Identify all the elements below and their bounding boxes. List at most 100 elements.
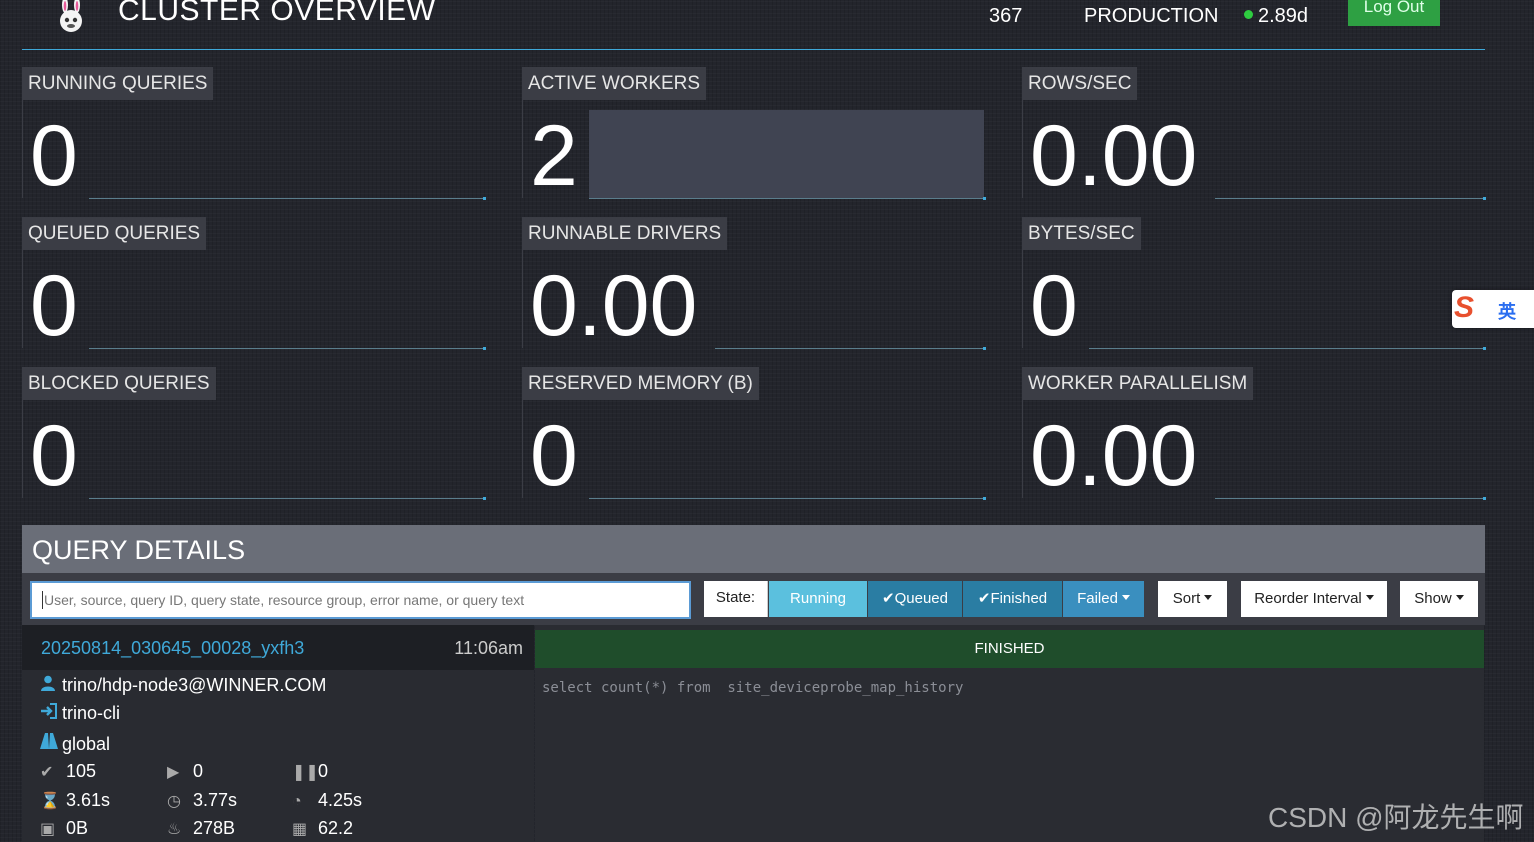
filter-running-label: Running xyxy=(790,590,846,607)
filter-failed-label: Failed xyxy=(1077,590,1118,607)
tile-running-queries: RUNNING QUERIES 0 xyxy=(22,67,486,204)
tile-value: 2 xyxy=(530,108,578,204)
sparkline xyxy=(89,497,486,500)
source-label: trino-cli xyxy=(62,703,121,723)
tile-rows-per-sec: ROWS/SEC 0.00 xyxy=(1022,67,1486,204)
tile-label: RUNNING QUERIES xyxy=(22,67,214,100)
query-state-bar[interactable]: FINISHED xyxy=(535,630,1484,668)
tile-blocked-queries: BLOCKED QUERIES 0 xyxy=(22,367,486,504)
filter-queued-button[interactable]: ✔Queued xyxy=(868,581,962,617)
presto-cluster-overview: CLUSTER OVERVIEW 367 PRODUCTION 2.89d Lo… xyxy=(0,0,1534,842)
pause-icon: ❚❚ xyxy=(292,764,319,781)
clock-icon: ◷ xyxy=(167,793,181,810)
status-dot-icon xyxy=(1244,10,1253,19)
logout-button[interactable]: Log Out xyxy=(1348,0,1440,26)
filter-failed-dropdown[interactable]: Failed xyxy=(1063,581,1144,617)
ime-mode-label: 英 xyxy=(1498,302,1516,322)
tile-value: 0 xyxy=(530,408,578,504)
reorder-label: Reorder Interval xyxy=(1254,590,1362,607)
sparkline xyxy=(715,347,986,350)
uptime-value: 2.89d xyxy=(1258,5,1309,27)
caret-down-icon xyxy=(1365,595,1374,600)
show-dropdown[interactable]: Show xyxy=(1400,581,1478,617)
query-details-header: QUERY DETAILS xyxy=(22,525,1485,573)
caret-down-icon xyxy=(1455,595,1464,600)
query-id-row: 20250814_030645_00028_yxfh3 11:06am xyxy=(22,625,534,670)
tile-queued-queries: QUEUED QUERIES 0 xyxy=(22,217,486,354)
query-info-panel: 20250814_030645_00028_yxfh3 11:06am trin… xyxy=(22,625,534,842)
user-icon xyxy=(40,675,62,696)
tile-value: 0 xyxy=(30,108,78,204)
sparkline-bar xyxy=(589,110,984,198)
state-label: State: xyxy=(704,581,768,617)
user-label: trino/hdp-node3@WINNER.COM xyxy=(62,675,327,695)
tile-label: RESERVED MEMORY (B) xyxy=(522,367,759,400)
hourglass-icon: ⌛ xyxy=(40,793,60,810)
metric-cpu-time: ◔ 4.25s xyxy=(292,790,362,811)
section-title: QUERY DETAILS xyxy=(32,535,246,565)
tile-value: 0 xyxy=(30,408,78,504)
checkmark-icon: ✔ xyxy=(40,764,54,781)
metric-queued-splits: ❚❚0 xyxy=(292,761,328,782)
metric-wall-time: ⌛ 3.61s xyxy=(40,790,110,811)
query-search-input[interactable]: User, source, query ID, query state, res… xyxy=(30,581,691,619)
filter-running-button[interactable]: Running xyxy=(769,581,867,617)
filter-queued-label: Queued xyxy=(894,590,948,607)
metric-value: 0 xyxy=(193,761,204,781)
check-icon: ✔ xyxy=(882,590,895,607)
metric-value: 0B xyxy=(66,818,89,838)
tile-value: 0 xyxy=(30,258,78,354)
tile-label: BLOCKED QUERIES xyxy=(22,367,216,400)
metric-peak-memory: ♨ 278B xyxy=(167,818,235,839)
sparkline xyxy=(89,197,486,200)
metric-running-splits: ▶ 0 xyxy=(167,761,203,782)
metric-completed-splits: ✔ 105 xyxy=(40,761,96,782)
query-time: 11:06am xyxy=(454,638,523,658)
metric-memory: ▣ 0B xyxy=(40,818,88,839)
sparkline xyxy=(1089,347,1486,350)
version-label: 367 xyxy=(989,5,1023,27)
tile-worker-parallelism: WORKER PARALLELISM 0.00 xyxy=(1022,367,1486,501)
query-sql-text: select count(*) from site_deviceprobe_ma… xyxy=(542,680,964,696)
tile-value: 0.00 xyxy=(530,258,698,354)
query-resource-group: global xyxy=(40,732,110,755)
sort-label: Sort xyxy=(1172,590,1201,607)
sparkline xyxy=(89,347,486,350)
ime-indicator[interactable]: S 英 xyxy=(1452,290,1534,328)
show-label: Show xyxy=(1414,590,1452,607)
tile-reserved-memory: RESERVED MEMORY (B) 0 xyxy=(522,367,986,504)
tile-label: RUNNABLE DRIVERS xyxy=(522,217,728,250)
bunny-logo-icon xyxy=(60,0,82,32)
text-caret xyxy=(42,591,43,609)
tile-value: 0.00 xyxy=(1030,108,1198,204)
tile-active-workers: ACTIVE WORKERS 2 xyxy=(522,67,986,204)
sparkline xyxy=(589,497,986,500)
tile-label: WORKER PARALLELISM xyxy=(1022,367,1254,400)
query-filter-toolbar: User, source, query ID, query state, res… xyxy=(22,573,1485,625)
uptime-status: 2.89d xyxy=(1244,5,1308,28)
environment-label: PRODUCTION xyxy=(1084,5,1219,27)
filter-finished-label: Finished xyxy=(990,590,1048,607)
query-id-link[interactable]: 20250814_030645_00028_yxfh3 xyxy=(41,638,304,659)
page-title: CLUSTER OVERVIEW xyxy=(118,0,436,27)
tile-value: 0 xyxy=(1030,258,1078,354)
tile-label: BYTES/SEC xyxy=(1022,217,1141,250)
reorder-interval-dropdown[interactable]: Reorder Interval xyxy=(1241,581,1387,617)
sparkline xyxy=(1215,197,1486,200)
metric-value: 3.77s xyxy=(193,790,238,810)
filter-finished-button[interactable]: ✔Finished xyxy=(963,581,1062,617)
metric-value: 3.61s xyxy=(66,790,111,810)
query-user: trino/hdp-node3@WINNER.COM xyxy=(40,675,326,696)
metric-value: 0 xyxy=(318,761,329,781)
memory-icon: ▣ xyxy=(40,821,56,838)
metric-value: 278B xyxy=(193,818,236,838)
check-icon: ✔ xyxy=(977,590,991,607)
tile-label: QUEUED QUERIES xyxy=(22,217,207,250)
fire-icon: ♨ xyxy=(167,821,182,838)
metric-value: 105 xyxy=(66,761,97,781)
metric-value: 4.25s xyxy=(318,790,363,810)
dashboard-icon: ◔ xyxy=(292,793,302,810)
bar-chart-icon: ▦ xyxy=(292,821,308,838)
sort-dropdown[interactable]: Sort xyxy=(1158,581,1227,617)
query-source: trino-cli xyxy=(40,703,120,724)
